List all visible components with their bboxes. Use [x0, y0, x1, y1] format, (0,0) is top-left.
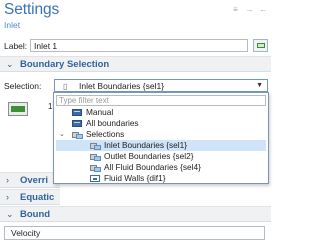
tree-item-selections[interactable]: ⌄ Selections [56, 129, 266, 140]
tree-item-label: Inlet Boundaries {sel1} [104, 140, 188, 150]
chevron-down-icon[interactable]: ⌄ [59, 129, 65, 140]
panel-title: Settings [4, 1, 60, 18]
section-override[interactable]: › Overri [0, 172, 60, 188]
label-input[interactable]: Inlet 1 [30, 39, 248, 52]
section-equation[interactable]: › Equatic [0, 189, 60, 205]
tree-item-label: All boundaries [86, 118, 139, 128]
selection-value: Inlet Boundaries {sel1} [79, 81, 165, 91]
velocity-combobox[interactable]: Velocity [4, 226, 265, 240]
chevron-down-icon: ⌄ [6, 59, 14, 69]
selection-icon [90, 153, 101, 161]
tree-item-fluid-walls[interactable]: Fluid Walls {dif1} [56, 173, 266, 184]
selection-list-item[interactable]: 1 [48, 102, 52, 111]
section-title: Boundary Selection [20, 59, 110, 70]
panel-subtitle: Inlet [4, 20, 21, 30]
tree-item-manual[interactable]: Manual [56, 107, 266, 118]
boundary-selection-section[interactable]: ⌄ Boundary Selection [0, 56, 271, 72]
velocity-value: Velocity [11, 228, 41, 238]
tree-item-label: All Fluid Boundaries {sel4} [104, 162, 201, 172]
label-reset-button[interactable] [253, 39, 268, 52]
tree-item-label: Fluid Walls {dif1} [104, 173, 166, 183]
tree-item-label: Outlet Boundaries {sel2} [104, 151, 194, 161]
box-icon [72, 120, 82, 127]
section-label: Bound [20, 209, 51, 220]
arrow-right-icon[interactable]: → [245, 5, 254, 14]
selection-combobox[interactable]: ▯ Inlet Boundaries {sel1} ▼ [54, 79, 268, 92]
arrow-left-icon[interactable]: ← [259, 5, 268, 14]
selection-tree: Manual All boundaries ⌄ Selections Inlet… [56, 107, 266, 184]
menu-icon[interactable]: ≡ [231, 5, 240, 14]
selection-icon: ▯ [63, 82, 68, 91]
filter-input[interactable]: Type filter text [56, 95, 266, 106]
chevron-down-icon[interactable]: ▼ [256, 82, 263, 89]
selection-icon [90, 164, 101, 172]
selection-icon [90, 142, 101, 150]
tree-item-all-fluid-boundaries[interactable]: All Fluid Boundaries {sel4} [56, 162, 266, 173]
chevron-right-icon: › [6, 175, 9, 185]
label-reset-icon [257, 43, 265, 48]
chevron-down-icon: ⌄ [6, 209, 14, 219]
tree-item-label: Manual [86, 107, 114, 117]
box-icon [72, 109, 82, 116]
section-boundary-condition[interactable]: ⌄ Bound [0, 206, 271, 222]
window-controls: ≡ → ← [231, 5, 268, 14]
tree-item-all-boundaries[interactable]: All boundaries [56, 118, 266, 129]
tree-item-inlet-boundaries[interactable]: Inlet Boundaries {sel1} [56, 140, 266, 151]
selection-icon [72, 131, 83, 139]
tree-item-label: Selections [86, 129, 125, 139]
section-label: Equatic [20, 192, 55, 203]
label-caption: Label: [4, 41, 28, 51]
fluid-icon [90, 175, 100, 182]
tree-item-outlet-boundaries[interactable]: Outlet Boundaries {sel2} [56, 151, 266, 162]
selection-row: Selection: ▯ Inlet Boundaries {sel1} ▼ [4, 79, 269, 93]
boundary-entity-icon[interactable] [8, 102, 28, 116]
section-label: Overri [20, 175, 48, 186]
selection-dropdown: Type filter text Manual All boundaries ⌄… [53, 92, 269, 184]
chevron-right-icon: › [6, 192, 9, 202]
selection-list: 1 [4, 96, 56, 180]
selection-caption: Selection: [4, 81, 42, 91]
label-row: Label: Inlet 1 [4, 39, 268, 53]
